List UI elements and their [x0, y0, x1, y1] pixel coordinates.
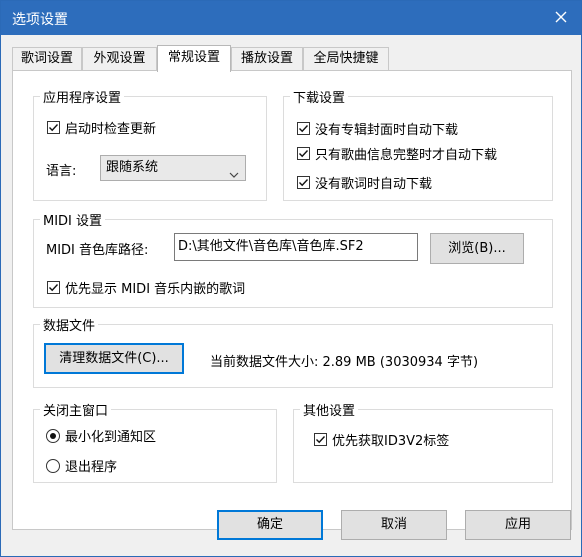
app-settings-legend: 应用程序设置: [40, 87, 125, 106]
browse-button[interactable]: 浏览(B)...: [430, 233, 524, 264]
ok-button[interactable]: 确定: [217, 510, 323, 540]
general-settings-panel: 应用程序设置 启动时检查更新 语言: 跟随系统 下载设置 没有专辑封面时自动下载: [12, 70, 572, 530]
tab-playback[interactable]: 播放设置: [231, 47, 303, 71]
download-cover-label: 没有专辑封面时自动下载: [315, 123, 459, 138]
close-icon[interactable]: [551, 7, 571, 27]
check-update-label: 启动时检查更新: [65, 122, 157, 137]
data-file-legend: 数据文件: [40, 315, 99, 334]
app-settings-group: 应用程序设置 启动时检查更新 语言: 跟随系统: [33, 87, 267, 201]
checkbox-checked-icon: [297, 122, 310, 135]
dialog-client: 歌词设置 外观设置 常规设置 播放设置 全局快捷键 应用程序设置 启动时检查更新…: [1, 35, 581, 556]
midi-lyrics-label: 优先显示 MIDI 音乐内嵌的歌词: [65, 282, 246, 297]
id3v2-label: 优先获取ID3V2标签: [332, 434, 450, 449]
checkbox-checked-icon: [297, 147, 310, 160]
language-label: 语言:: [46, 164, 77, 179]
cancel-button[interactable]: 取消: [341, 510, 447, 540]
exit-program-label: 退出程序: [65, 460, 118, 475]
data-file-size-text: 当前数据文件大小: 2.89 MB (3030934 字节): [210, 355, 479, 370]
close-window-group: 关闭主窗口 最小化到通知区 退出程序: [33, 400, 277, 483]
data-file-group: 数据文件 清理数据文件(C)... 当前数据文件大小: 2.89 MB (303…: [33, 315, 553, 388]
check-update-checkbox[interactable]: 启动时检查更新: [47, 118, 156, 137]
download-cover-checkbox[interactable]: 没有专辑封面时自动下载: [297, 119, 458, 138]
download-settings-group: 下载设置 没有专辑封面时自动下载 只有歌曲信息完整时才自动下载 没有歌词时自动下…: [283, 87, 553, 201]
clear-data-button[interactable]: 清理数据文件(C)...: [44, 343, 184, 374]
apply-button[interactable]: 应用: [465, 510, 571, 540]
midi-path-input[interactable]: D:\其他文件\音色库\音色库.SF2: [174, 233, 418, 261]
tab-appearance[interactable]: 外观设置: [82, 47, 157, 71]
chevron-down-icon: [229, 164, 239, 188]
exit-program-radio[interactable]: 退出程序: [46, 456, 117, 475]
tab-hotkeys[interactable]: 全局快捷键: [303, 47, 389, 71]
midi-settings-legend: MIDI 设置: [40, 210, 106, 229]
radio-unselected-icon: [46, 458, 60, 473]
window-title: 选项设置: [12, 12, 68, 28]
midi-lyrics-checkbox[interactable]: 优先显示 MIDI 音乐内嵌的歌词: [47, 278, 245, 297]
download-lyrics-checkbox[interactable]: 没有歌词时自动下载: [297, 173, 432, 192]
checkbox-checked-icon: [47, 121, 60, 134]
download-settings-legend: 下载设置: [290, 87, 349, 106]
tab-lyrics[interactable]: 歌词设置: [12, 47, 82, 71]
download-complete-info-checkbox[interactable]: 只有歌曲信息完整时才自动下载: [297, 144, 497, 163]
checkbox-checked-icon: [314, 433, 327, 446]
midi-path-label: MIDI 音色库路径:: [46, 243, 149, 258]
download-complete-info-label: 只有歌曲信息完整时才自动下载: [315, 148, 498, 163]
radio-selected-icon: [46, 428, 60, 443]
download-lyrics-label: 没有歌词时自动下载: [315, 177, 433, 192]
close-window-legend: 关闭主窗口: [40, 400, 112, 419]
title-bar: 选项设置: [1, 1, 581, 35]
other-settings-group: 其他设置 优先获取ID3V2标签: [293, 400, 553, 483]
midi-settings-group: MIDI 设置 MIDI 音色库路径: D:\其他文件\音色库\音色库.SF2 …: [33, 210, 553, 308]
language-value: 跟随系统: [106, 160, 159, 175]
tab-general[interactable]: 常规设置: [157, 45, 231, 72]
checkbox-checked-icon: [47, 281, 60, 294]
minimize-to-tray-radio[interactable]: 最小化到通知区: [46, 426, 156, 445]
language-select[interactable]: 跟随系统: [100, 155, 246, 181]
minimize-to-tray-label: 最小化到通知区: [65, 430, 157, 445]
other-settings-legend: 其他设置: [300, 400, 359, 419]
options-dialog: 选项设置 歌词设置 外观设置 常规设置 播放设置 全局快捷键 应用程序设置 启动…: [0, 0, 582, 557]
checkbox-checked-icon: [297, 176, 310, 189]
id3v2-checkbox[interactable]: 优先获取ID3V2标签: [314, 430, 449, 449]
